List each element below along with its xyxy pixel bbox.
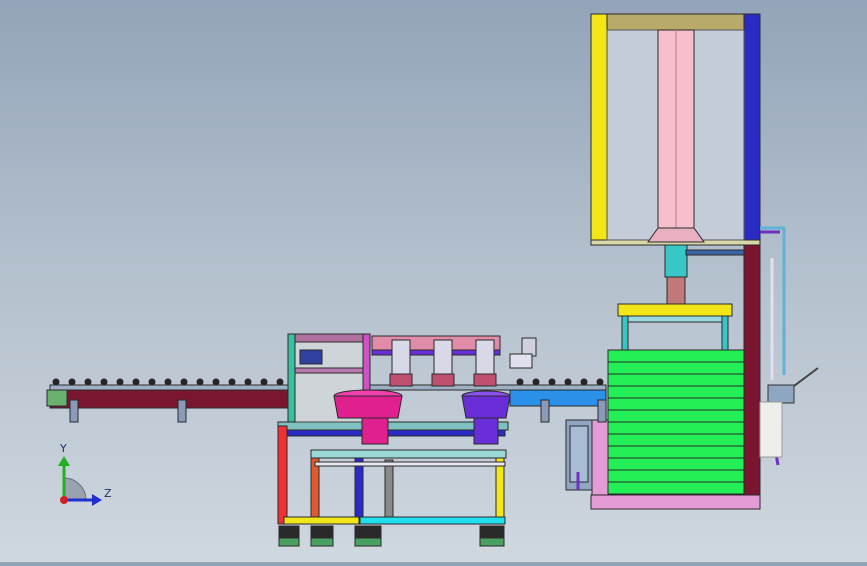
valve-handle [793, 367, 819, 387]
frame-bottom-cyan [359, 516, 506, 525]
pneumatic-manipulators[interactable] [371, 335, 537, 387]
platform-guide-left [621, 315, 629, 351]
frame-post-blue [354, 449, 364, 525]
control-box-panel [299, 349, 323, 365]
tower-frame-left-post [590, 13, 608, 246]
feeder-bowl [461, 395, 511, 419]
frame-bottom-yellow [283, 516, 360, 525]
station-under-rail [284, 429, 506, 437]
stack-tray-4 [607, 385, 745, 399]
piston-rod-lower [666, 276, 686, 305]
frame-post-gray [384, 459, 394, 525]
stack-side-panel [591, 419, 609, 496]
gripper-head-2 [431, 373, 455, 387]
conveyor-end-cap [46, 389, 68, 407]
conveyor-leg-1 [69, 399, 79, 423]
stack-tray-2 [607, 361, 745, 375]
gripper-2 [433, 339, 453, 375]
cylinder-right-bracket [509, 353, 533, 369]
stack-tray-3 [607, 373, 745, 387]
feeder-stem [473, 417, 499, 445]
frame-feet [278, 525, 505, 539]
frame-post-red [277, 425, 288, 525]
gripper-1 [391, 339, 411, 375]
conveyor-leg-4 [597, 399, 607, 423]
piston-rod [664, 244, 688, 278]
frame-crossbar-light [314, 461, 506, 467]
stack-tray-6 [607, 409, 745, 423]
tower-side-strut [685, 249, 745, 256]
frame-post-yellow-right [495, 449, 505, 525]
stack-tray-10 [607, 457, 745, 471]
valve-block [767, 384, 795, 404]
frame-post-orange [310, 449, 320, 525]
control-box-shelf [294, 367, 364, 374]
feeder-bowl [333, 395, 403, 419]
cylinder-right [521, 337, 537, 357]
feeder-stem [361, 417, 389, 445]
conveyor-belt [49, 389, 289, 409]
gripper-head-3 [473, 373, 497, 387]
origin-marker [60, 496, 68, 504]
cad-model-drawing: Y Z [46, 13, 819, 547]
control-box-top [287, 333, 371, 343]
gripper-head-1 [389, 373, 413, 387]
tower-right-leg [743, 244, 761, 496]
stack-tray-1 [607, 349, 745, 363]
gauge-panel [759, 401, 783, 458]
conveyor-belt-blue [509, 389, 607, 407]
stack-tray-12 [607, 481, 745, 495]
frame-crossbar-mid [310, 449, 507, 459]
frame-feet-pads [278, 537, 505, 547]
stack-tray-5 [607, 397, 745, 411]
stack-tray-8 [607, 433, 745, 447]
platform-base-plate [590, 494, 761, 510]
stack-tray-11 [607, 469, 745, 483]
platform-guide-right [721, 315, 729, 351]
conveyor-leg-2 [177, 399, 187, 423]
tower-frame-top-beam [590, 13, 761, 31]
tower-frame-right-post [743, 13, 761, 246]
conveyor-leg-3 [540, 399, 550, 423]
press-plate [617, 303, 733, 317]
cylinder-mount-flange [647, 227, 705, 243]
stack-tray-9 [607, 445, 745, 459]
control-box-post-left [287, 333, 296, 423]
z-axis-label: Z [104, 487, 112, 500]
y-axis-label: Y [59, 442, 67, 455]
gripper-3 [475, 339, 495, 375]
platform-crossbar [627, 315, 723, 323]
origin-quarter-icon [63, 477, 87, 501]
stack-tray-7 [607, 421, 745, 435]
cad-viewport[interactable]: Y Z [0, 0, 867, 562]
view-triad: Y Z [58, 442, 112, 506]
